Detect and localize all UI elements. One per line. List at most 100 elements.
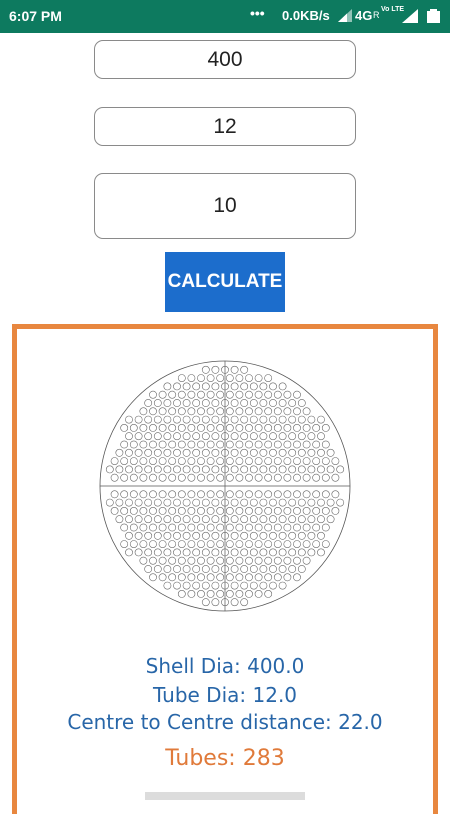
tube-hole — [230, 432, 239, 441]
tube-hole — [225, 473, 234, 482]
tube-hole — [230, 565, 239, 573]
tube-hole — [216, 556, 225, 565]
tube-hole — [134, 498, 143, 507]
tube-hole — [245, 407, 253, 416]
tube-hole — [283, 540, 292, 548]
tube-hole — [264, 407, 273, 416]
tube-hole — [192, 498, 201, 507]
tube-hole — [134, 531, 143, 540]
tube-hole — [197, 374, 205, 382]
tube-hole — [283, 457, 292, 465]
tube-hole — [278, 581, 287, 590]
tube-hole — [269, 415, 277, 424]
tube-hole — [317, 531, 325, 540]
tube-hole — [129, 490, 138, 499]
tube-hole — [321, 490, 330, 499]
tube-hole — [225, 374, 234, 382]
shell-dia-input[interactable]: 400 — [94, 40, 356, 79]
tube-hole — [149, 490, 157, 499]
calculate-button[interactable]: CALCULATE — [165, 252, 285, 312]
tube-hole — [264, 540, 273, 548]
tube-hole — [197, 424, 205, 432]
tube-hole — [249, 448, 258, 457]
tube-hole — [225, 490, 234, 499]
tube-hole — [168, 390, 177, 399]
tube-hole — [206, 506, 215, 515]
tube-hole — [254, 589, 263, 598]
tube-hole — [192, 399, 201, 407]
tube-hole — [173, 581, 181, 590]
tube-hole — [182, 432, 191, 441]
tube-hole — [331, 506, 340, 515]
tube-hole — [273, 556, 282, 565]
tube-hole — [297, 515, 306, 524]
tube-hole — [105, 498, 114, 507]
tube-hole — [317, 498, 325, 507]
tube-hole — [288, 565, 297, 573]
tube-hole — [230, 515, 239, 524]
tube-hole — [317, 515, 325, 524]
pitch-input[interactable]: 10 — [94, 173, 356, 239]
tube-hole — [187, 556, 196, 565]
tube-hole — [254, 473, 263, 482]
tube-hole — [264, 523, 273, 532]
tube-hole — [235, 424, 244, 432]
tube-hole — [206, 556, 215, 565]
tube-hole — [312, 473, 321, 482]
signal-icon — [338, 9, 352, 25]
tube-hole — [293, 540, 301, 548]
tube-hole — [230, 448, 239, 457]
tube-hole — [216, 374, 225, 382]
tube-hole — [230, 498, 239, 507]
tube-hole — [173, 565, 181, 573]
tube-hole — [249, 498, 258, 507]
share-button[interactable] — [145, 792, 305, 800]
tube-hole — [245, 473, 253, 482]
tube-hole — [177, 556, 186, 565]
tube-hole — [182, 581, 191, 590]
tube-hole — [317, 548, 325, 557]
tube-hole — [201, 531, 210, 540]
tube-hole — [206, 573, 215, 582]
tube-hole — [197, 506, 205, 515]
tube-hole — [177, 490, 186, 499]
tube-hole — [269, 399, 277, 407]
tube-hole — [216, 473, 225, 482]
tube-hole — [177, 390, 186, 399]
tube-hole — [254, 457, 263, 465]
tube-hole — [240, 399, 249, 407]
tube-hole — [125, 548, 133, 557]
tube-hole — [173, 465, 181, 474]
tube-hole — [192, 531, 201, 540]
tube-hole — [240, 531, 249, 540]
tube-hole — [120, 523, 129, 532]
tube-hole — [177, 473, 186, 482]
tube-hole — [264, 424, 273, 432]
tube-hole — [158, 506, 167, 515]
tube-hole — [283, 523, 292, 532]
tube-hole — [168, 556, 177, 565]
tube-hole — [331, 473, 340, 482]
tube-hole — [254, 390, 263, 399]
tube-hole — [245, 523, 253, 532]
tube-hole — [259, 515, 268, 524]
tube-hole — [273, 490, 282, 499]
tube-hole — [158, 523, 167, 532]
tube-hole — [259, 415, 268, 424]
tube-hole — [187, 506, 196, 515]
tube-hole — [269, 432, 277, 441]
tube-dia-input[interactable]: 12 — [94, 107, 356, 146]
tube-hole — [173, 382, 181, 391]
tube-hole — [173, 531, 181, 540]
tube-hole — [187, 374, 196, 382]
tube-hole — [312, 457, 321, 465]
tube-hole — [297, 531, 306, 540]
tube-hole — [125, 465, 133, 474]
tube-hole — [240, 565, 249, 573]
tube-hole — [331, 457, 340, 465]
tube-hole — [321, 523, 330, 532]
tube-hole — [278, 515, 287, 524]
tube-hole — [139, 506, 148, 515]
tube-hole — [206, 390, 215, 399]
tube-hole — [211, 448, 220, 457]
